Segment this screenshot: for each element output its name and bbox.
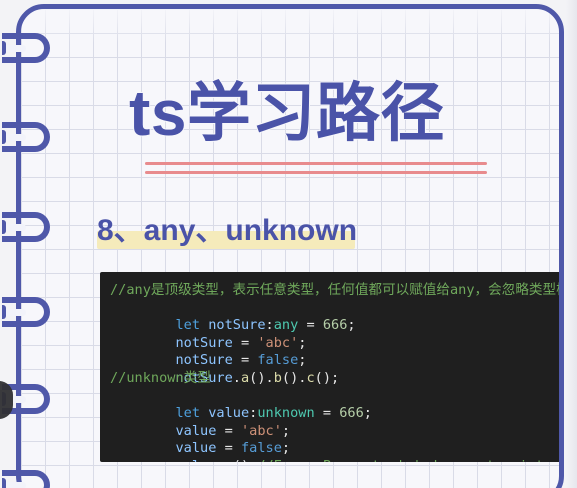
variable-notsure: notSure (175, 334, 233, 351)
error-comment: //Error Property 'a' does not exist on t… (257, 458, 559, 462)
title-block: ts学习路径 (129, 77, 489, 174)
call-token: (). (249, 369, 274, 386)
spiral-binding-icon (2, 33, 50, 63)
equals-token: = (216, 422, 241, 439)
right-shadow (566, 0, 577, 488)
variable-notsure: notSure (175, 352, 233, 369)
notebook-card: ts学习路径 8、any、unknown //any是顶级类型，表示任意类型，任… (16, 4, 564, 488)
function-c: c (306, 369, 315, 386)
code-line-7: let value:unknown = 666; (110, 388, 553, 421)
equals-token: = (232, 352, 258, 369)
title-underline-top (145, 162, 487, 165)
colon-token: : (265, 317, 274, 334)
variable-value: value (175, 440, 217, 457)
spiral-binding-icon (2, 212, 50, 242)
call-token: (); (314, 369, 340, 386)
spiral-binding-icon (2, 122, 50, 152)
semicolon-token: ; (363, 405, 372, 422)
semicolon-token: ; (347, 317, 356, 334)
error-function-a: a (225, 458, 233, 462)
variable-notsure: notSure (208, 317, 266, 334)
equals-token: = (216, 440, 241, 457)
equals-token: = (232, 334, 258, 351)
keyword-let: let (175, 317, 201, 334)
function-a: a (240, 369, 250, 386)
string-abc: 'abc' (257, 334, 299, 351)
function-b: b (273, 369, 282, 386)
spiral-binding-icon (2, 470, 50, 488)
spiral-binding-icon (2, 297, 50, 327)
equals-token: = (298, 317, 323, 334)
equals-token: = (314, 405, 340, 422)
variable-value: value (175, 458, 216, 462)
semicolon-token: ; (281, 440, 291, 457)
semicolon-token: ; (281, 422, 291, 439)
call-token: () (233, 458, 249, 462)
type-any: any (273, 317, 299, 334)
code-line-1: //any是顶级类型，表示任意类型，任何值都可以赋值给any，会忽略类型检查 (110, 282, 563, 298)
notebook-page: ts学习路径 8、any、unknown //any是顶级类型，表示任意类型，任… (0, 0, 577, 488)
code-line-2: let notSure:any = 666; (110, 300, 553, 333)
top-fade (21, 9, 559, 43)
boolean-false: false (257, 352, 299, 369)
string-abc: 'abc' (240, 422, 282, 439)
section-heading: 8、any、unknown (93, 214, 358, 249)
boolean-false: false (240, 440, 282, 457)
dot-token: . (216, 458, 224, 462)
number-666: 666 (339, 405, 364, 422)
dot-token: . (232, 369, 241, 386)
page-title: ts学习路径 (129, 77, 445, 149)
semicolon-token: ; (298, 334, 307, 351)
number-666: 666 (322, 317, 348, 334)
semicolon-token: ; (298, 352, 307, 369)
variable-value: value (175, 422, 217, 439)
section-title: 8、any、unknown (97, 214, 358, 247)
variable-value: value (208, 405, 250, 422)
type-unknown: unknown (257, 405, 315, 422)
title-underline-bottom (145, 171, 487, 174)
keyword-let: let (175, 405, 201, 422)
call-token: (). (281, 369, 307, 386)
code-block: //any是顶级类型，表示任意类型，任何值都可以赋值给any，会忽略类型检查 l… (100, 272, 563, 462)
